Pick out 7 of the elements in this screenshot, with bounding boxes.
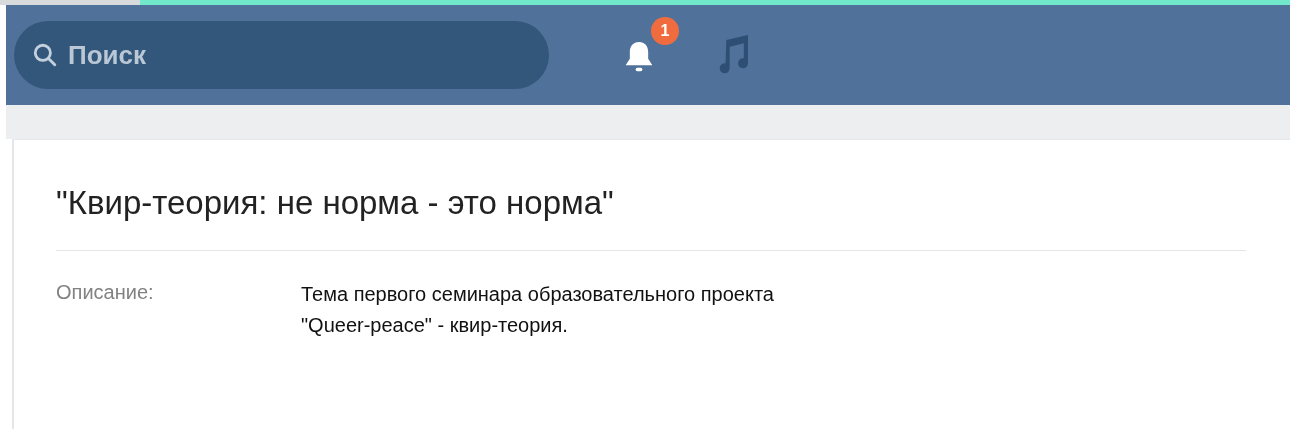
search-field[interactable]: Поиск — [14, 21, 549, 89]
notification-badge: 1 — [651, 17, 679, 45]
event-title: "Квир-теория: не норма - это норма" — [56, 184, 1246, 251]
field-value: Тема первого семинара образовательного проекта "Queer-peace" - квир-теория. — [301, 282, 774, 338]
notifications-button[interactable]: 1 — [619, 17, 679, 77]
field-label: Описание: — [56, 281, 155, 305]
search-icon — [32, 42, 58, 68]
